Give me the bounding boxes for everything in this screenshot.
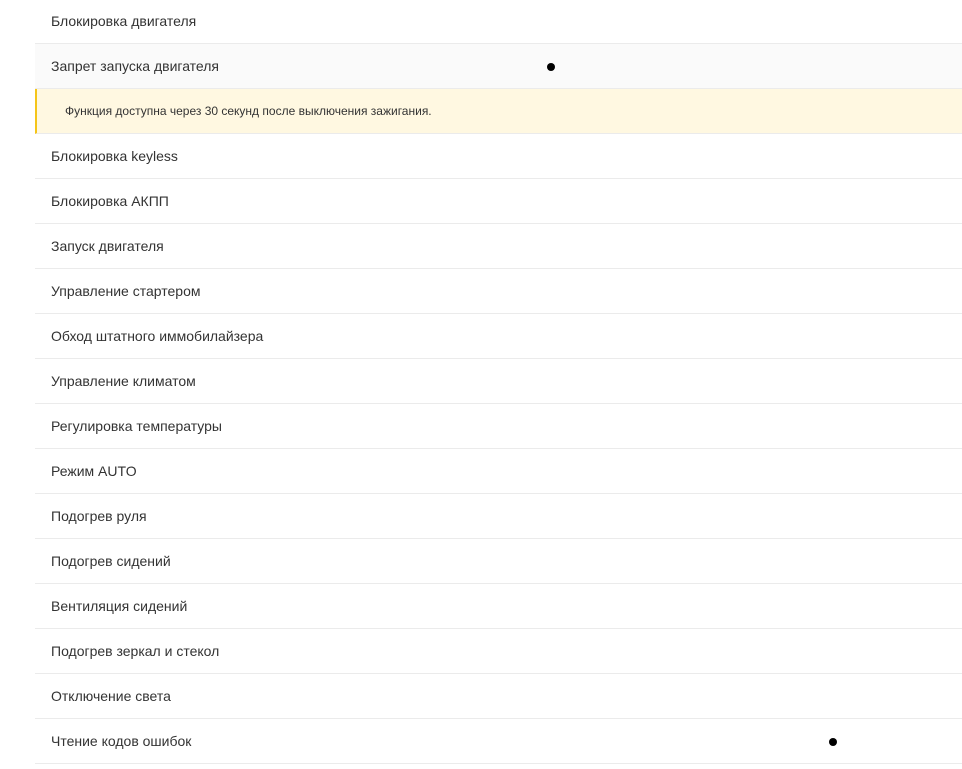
table-row[interactable]: Чтение кодов ошибок (35, 719, 962, 764)
feature-label: Чтение кодов ошибок (51, 733, 192, 749)
table-row[interactable]: Управление климатом (35, 359, 962, 404)
table-row[interactable]: Обход штатного иммобилайзера (35, 314, 962, 359)
table-row[interactable]: Управление стартером (35, 269, 962, 314)
feature-label: Блокировка keyless (51, 148, 178, 164)
feature-label: Запрет запуска двигателя (51, 58, 219, 74)
feature-label: Режим AUTO (51, 463, 137, 479)
table-row[interactable]: Режим AUTO (35, 449, 962, 494)
feature-label: Отключение света (51, 688, 171, 704)
feature-label: Запуск двигателя (51, 238, 164, 254)
feature-label: Подогрев сидений (51, 553, 171, 569)
feature-notice: Функция доступна через 30 секунд после в… (35, 89, 962, 134)
table-row[interactable]: Блокировка АКПП (35, 179, 962, 224)
feature-table: Блокировка двигателя Запрет запуска двиг… (35, 0, 962, 764)
table-row[interactable]: Регулировка температуры (35, 404, 962, 449)
feature-label: Вентиляция сидений (51, 598, 188, 614)
feature-label: Подогрев зеркал и стекол (51, 643, 220, 659)
table-row[interactable]: Блокировка keyless (35, 134, 962, 179)
supported-dot-icon (547, 63, 555, 71)
table-row[interactable]: Запуск двигателя (35, 224, 962, 269)
feature-label: Блокировка АКПП (51, 193, 169, 209)
feature-label: Блокировка двигателя (51, 13, 197, 29)
table-row[interactable]: Вентиляция сидений (35, 584, 962, 629)
feature-label: Управление климатом (51, 373, 196, 389)
feature-label: Подогрев руля (51, 508, 147, 524)
table-row[interactable]: Запрет запуска двигателя (35, 44, 962, 89)
table-row[interactable]: Подогрев руля (35, 494, 962, 539)
table-row[interactable]: Отключение света (35, 674, 962, 719)
feature-label: Управление стартером (51, 283, 201, 299)
table-row[interactable]: Подогрев сидений (35, 539, 962, 584)
feature-label: Обход штатного иммобилайзера (51, 328, 264, 344)
notice-text: Функция доступна через 30 секунд после в… (65, 104, 432, 118)
feature-label: Регулировка температуры (51, 418, 222, 434)
table-row[interactable]: Блокировка двигателя (35, 0, 962, 44)
supported-dot-icon (829, 738, 837, 746)
table-row[interactable]: Подогрев зеркал и стекол (35, 629, 962, 674)
